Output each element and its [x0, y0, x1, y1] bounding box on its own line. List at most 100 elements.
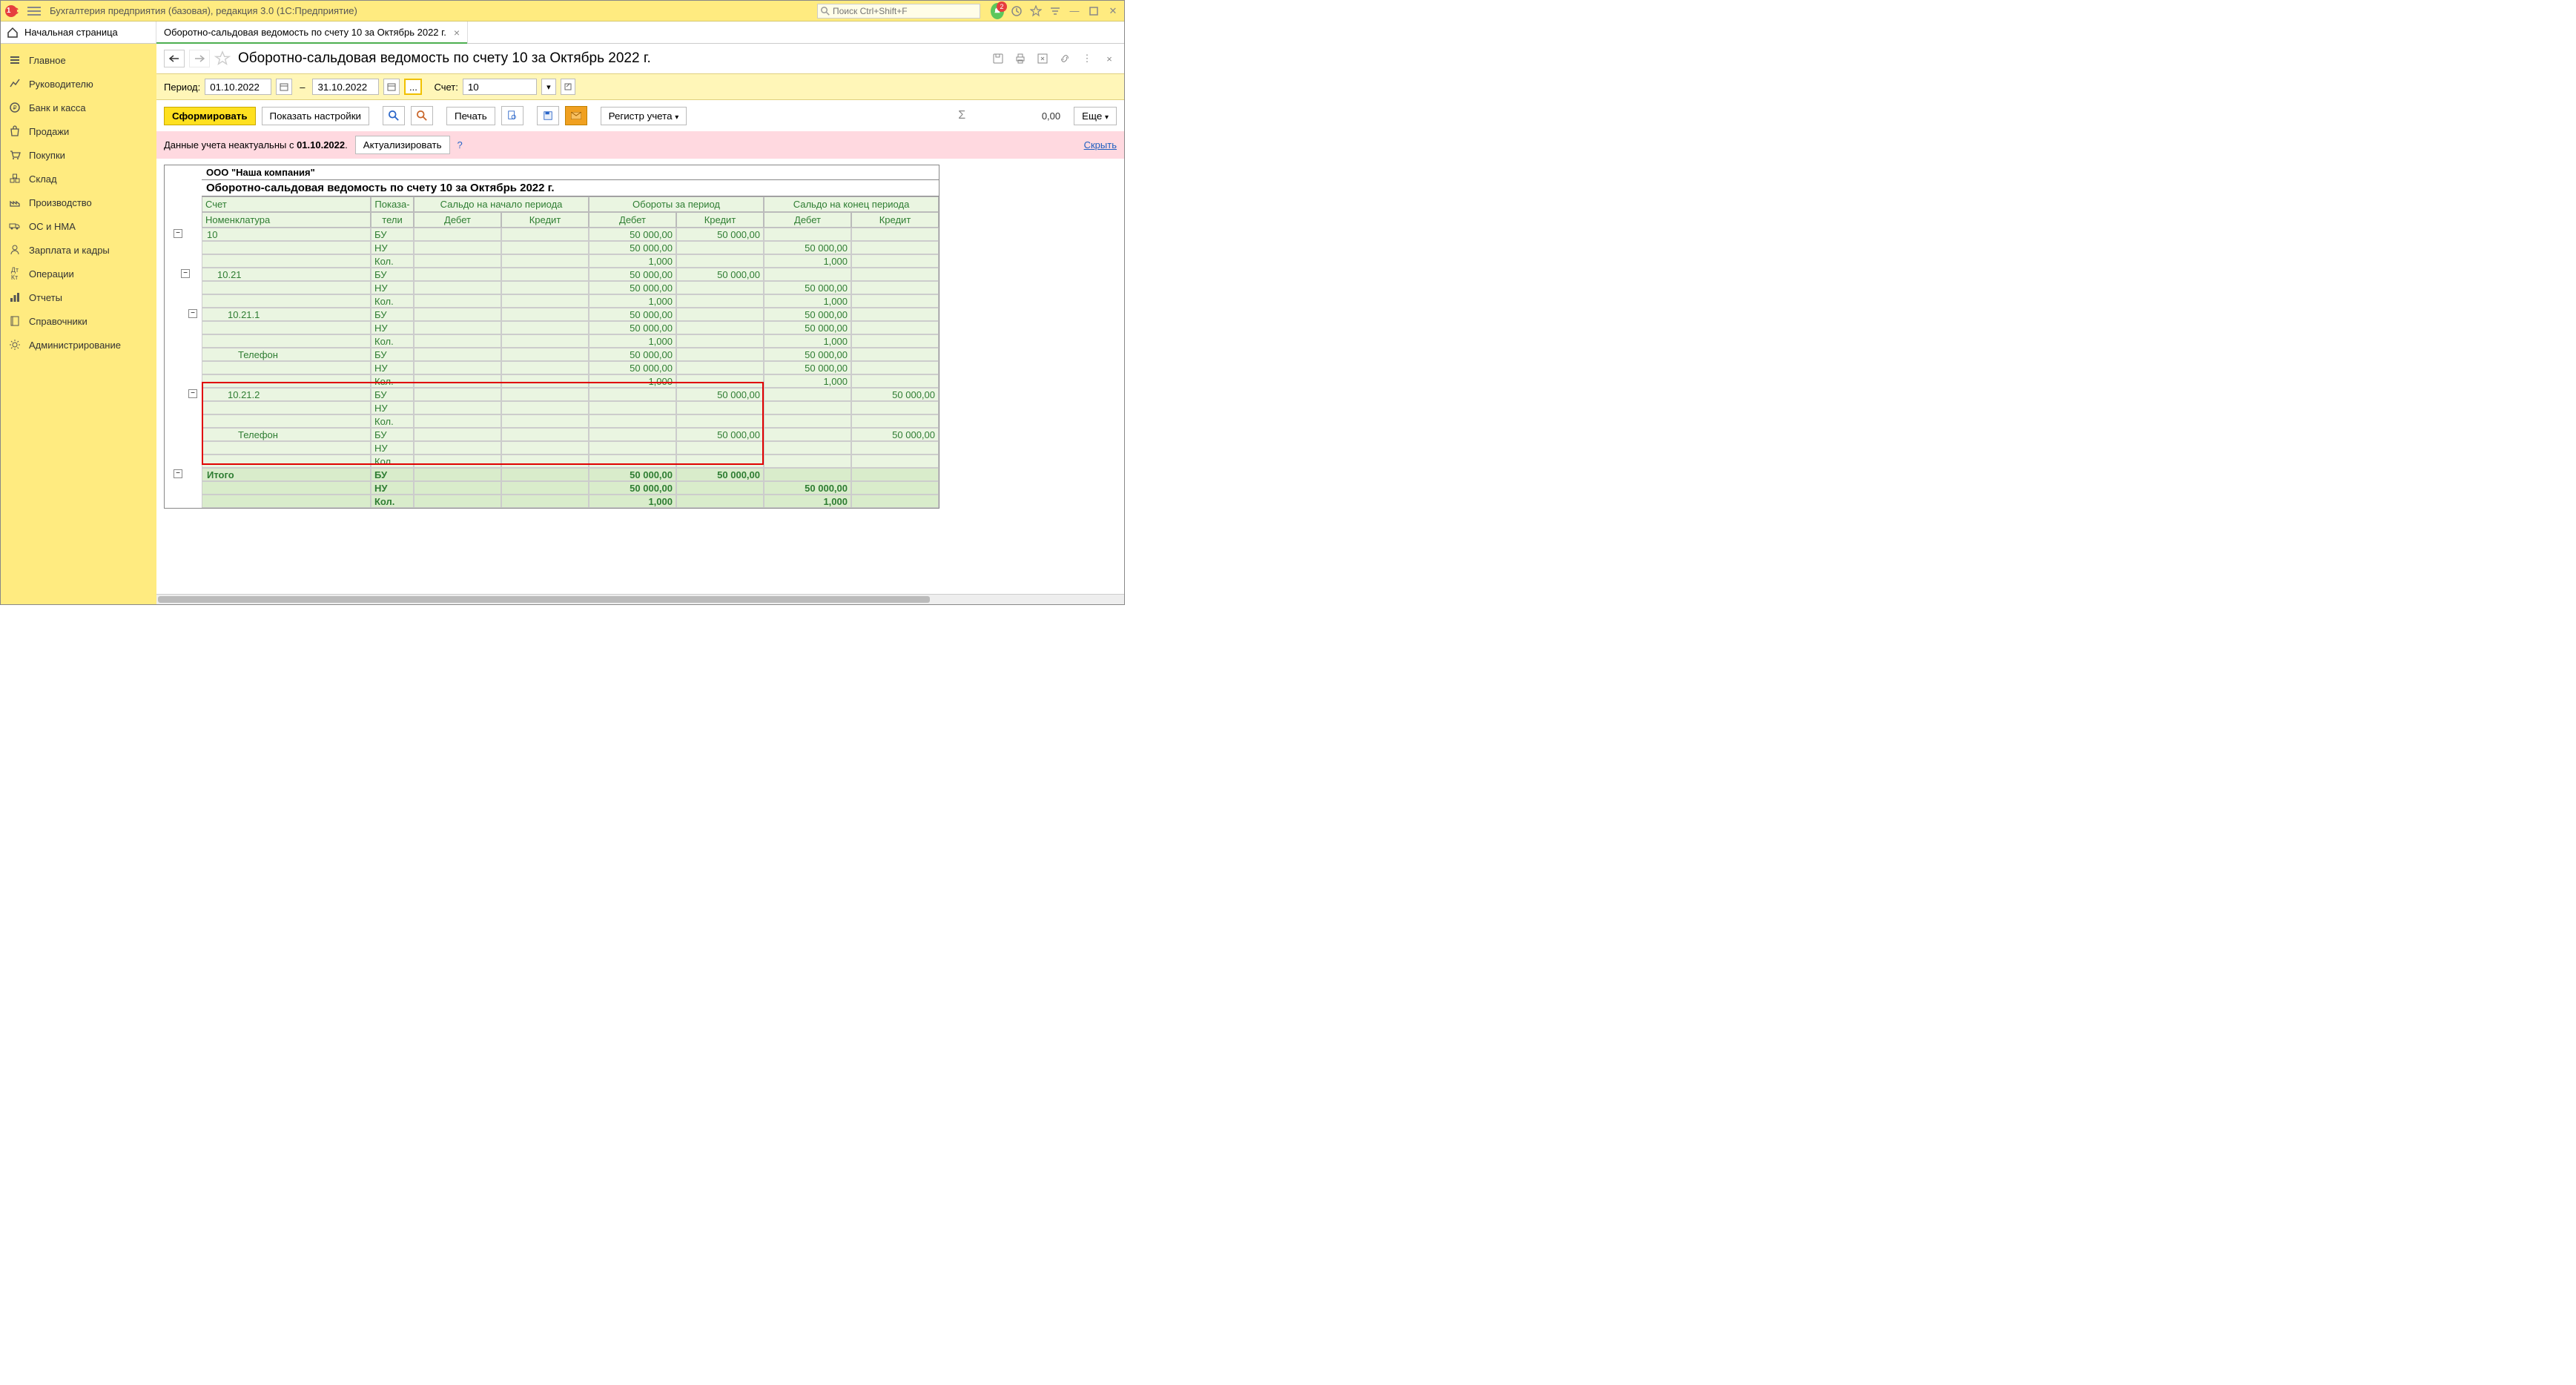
favorite-page-icon[interactable]: [214, 50, 231, 67]
table-row[interactable]: Кол.1,0001,000: [165, 334, 939, 348]
collapse-icon[interactable]: −: [174, 229, 182, 238]
collapse-icon[interactable]: −: [188, 389, 197, 398]
table-row[interactable]: НУ50 000,0050 000,00: [165, 241, 939, 254]
collapse-icon[interactable]: −: [174, 469, 182, 478]
global-search-input[interactable]: [833, 6, 977, 16]
home-tab[interactable]: Начальная страница: [1, 22, 156, 43]
cell-value: [414, 388, 501, 401]
link-icon[interactable]: [1057, 51, 1072, 66]
table-row[interactable]: НУ50 000,0050 000,00: [165, 281, 939, 294]
preview-icon[interactable]: [501, 106, 524, 125]
period-from-input[interactable]: [205, 79, 271, 95]
minimize-icon[interactable]: —: [1068, 4, 1081, 18]
cell-indicator: НУ: [371, 281, 414, 294]
report-tab[interactable]: Оборотно-сальдовая ведомость по счету 10…: [156, 22, 468, 43]
sidebar-item-9[interactable]: ДтКтОперации: [1, 262, 156, 285]
hide-link[interactable]: Скрыть: [1084, 139, 1117, 151]
account-dropdown-icon[interactable]: ▾: [541, 79, 556, 95]
table-row[interactable]: НУ: [165, 401, 939, 414]
global-search[interactable]: [817, 4, 980, 19]
sidebar-item-12[interactable]: Администрирование: [1, 333, 156, 357]
export-icon[interactable]: [1035, 51, 1050, 66]
table-row[interactable]: НУ50 000,0050 000,00: [165, 481, 939, 495]
nav-back-button[interactable]: [164, 50, 185, 67]
horizontal-scrollbar[interactable]: [156, 594, 1124, 604]
cell-value: [414, 308, 501, 321]
account-input[interactable]: [463, 79, 537, 95]
actualize-button[interactable]: Актуализировать: [355, 136, 450, 154]
find-icon[interactable]: [383, 106, 405, 125]
show-settings-button[interactable]: Показать настройки: [262, 107, 369, 125]
sidebar-item-5[interactable]: Склад: [1, 167, 156, 191]
cell-value: [414, 294, 501, 308]
cell-value: [676, 454, 764, 468]
more-vert-icon[interactable]: ⋮: [1080, 51, 1094, 66]
sidebar-item-4[interactable]: Покупки: [1, 143, 156, 167]
cell-value: [414, 348, 501, 361]
cell-value: 1,000: [589, 254, 676, 268]
sidebar-item-0[interactable]: Главное: [1, 48, 156, 72]
table-row[interactable]: Кол.1,0001,000: [165, 495, 939, 508]
table-row[interactable]: Кол.: [165, 454, 939, 468]
print-button[interactable]: Печать: [446, 107, 495, 125]
table-row[interactable]: ТелефонБУ50 000,0050 000,00: [165, 428, 939, 441]
refresh-find-icon[interactable]: [411, 106, 433, 125]
sidebar-item-1[interactable]: Руководителю: [1, 72, 156, 96]
print-header-icon[interactable]: [1013, 51, 1028, 66]
table-row[interactable]: НУ50 000,0050 000,00: [165, 321, 939, 334]
notifications-icon[interactable]: 2: [991, 4, 1004, 18]
close-page-icon[interactable]: ×: [1102, 51, 1117, 66]
close-icon[interactable]: ✕: [1106, 4, 1120, 18]
favorite-star-icon[interactable]: [1029, 4, 1043, 18]
table-row[interactable]: НУ50 000,0050 000,00: [165, 361, 939, 374]
cell-value: [501, 281, 589, 294]
period-to-input[interactable]: [312, 79, 379, 95]
table-row[interactable]: Кол.1,0001,000: [165, 254, 939, 268]
sidebar-item-11[interactable]: Справочники: [1, 309, 156, 333]
help-icon[interactable]: ?: [458, 139, 463, 151]
table-row[interactable]: ТелефонБУ50 000,0050 000,00: [165, 348, 939, 361]
close-tab-icon[interactable]: ×: [454, 27, 460, 39]
email-icon[interactable]: [565, 106, 587, 125]
collapse-icon[interactable]: −: [188, 309, 197, 318]
account-open-icon[interactable]: [561, 79, 575, 95]
menu-toggle-icon[interactable]: [27, 4, 41, 18]
table-row[interactable]: −10БУ50 000,0050 000,00: [165, 228, 939, 241]
panel-settings-icon[interactable]: [1048, 4, 1062, 18]
calendar-to-icon[interactable]: [383, 79, 400, 95]
table-row[interactable]: −10.21.2БУ50 000,0050 000,00: [165, 388, 939, 401]
period-choose-button[interactable]: ...: [404, 79, 422, 95]
table-row[interactable]: Кол.1,0001,000: [165, 294, 939, 308]
cell-value: [851, 228, 939, 241]
sidebar: ГлавноеРуководителю₽Банк и кассаПродажиП…: [1, 44, 156, 604]
sidebar-item-3[interactable]: Продажи: [1, 119, 156, 143]
more-button[interactable]: Еще ▾: [1074, 107, 1117, 125]
nav-forward-button[interactable]: [189, 50, 210, 67]
calendar-from-icon[interactable]: [276, 79, 292, 95]
sidebar-item-8[interactable]: Зарплата и кадры: [1, 238, 156, 262]
cell-value: [676, 308, 764, 321]
table-row[interactable]: −10.21.1БУ50 000,0050 000,00: [165, 308, 939, 321]
history-icon[interactable]: [1010, 4, 1023, 18]
maximize-icon[interactable]: [1087, 4, 1100, 18]
sidebar-item-10[interactable]: Отчеты: [1, 285, 156, 309]
table-row[interactable]: −10.21БУ50 000,0050 000,00: [165, 268, 939, 281]
table-row[interactable]: Кол.: [165, 414, 939, 428]
cell-value: [764, 401, 851, 414]
save-icon[interactable]: [991, 51, 1005, 66]
sidebar-item-2[interactable]: ₽Банк и касса: [1, 96, 156, 119]
table-row[interactable]: −ИтогоБУ50 000,0050 000,00: [165, 468, 939, 481]
cell-value: 50 000,00: [676, 268, 764, 281]
cell-indicator: Кол.: [371, 454, 414, 468]
generate-button[interactable]: Сформировать: [164, 107, 256, 125]
cell-value: [501, 321, 589, 334]
cell-value: 50 000,00: [589, 268, 676, 281]
save-file-icon[interactable]: [537, 106, 559, 125]
sidebar-item-6[interactable]: Производство: [1, 191, 156, 214]
table-row[interactable]: Кол.1,0001,000: [165, 374, 939, 388]
collapse-icon[interactable]: −: [181, 269, 190, 278]
report-area[interactable]: ООО "Наша компания"Оборотно-сальдовая ве…: [156, 159, 1124, 594]
sidebar-item-7[interactable]: ОС и НМА: [1, 214, 156, 238]
register-button[interactable]: Регистр учета ▾: [601, 107, 687, 125]
table-row[interactable]: НУ: [165, 441, 939, 454]
